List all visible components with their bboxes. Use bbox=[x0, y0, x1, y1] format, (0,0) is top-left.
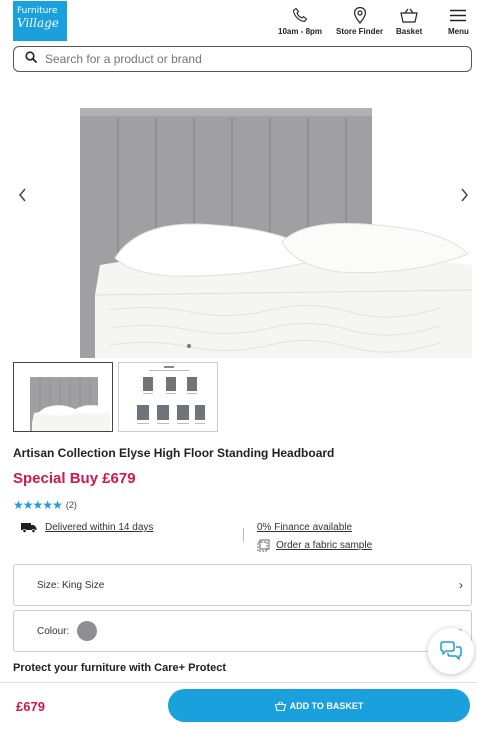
menu-label: Menu bbox=[448, 27, 469, 36]
special-buy-price: Special Buy £679 bbox=[13, 470, 136, 487]
fabric-sample-link[interactable]: Order a fabric sample bbox=[257, 539, 372, 552]
chat-button[interactable] bbox=[428, 628, 474, 674]
review-count: (2) bbox=[65, 500, 77, 510]
product-image-gallery bbox=[0, 90, 477, 358]
star-icon: ★ bbox=[32, 498, 44, 512]
fabric-sample-text: Order a fabric sample bbox=[276, 540, 373, 551]
headboard-product-image bbox=[80, 108, 473, 358]
chevron-right-icon: › bbox=[459, 578, 463, 592]
thumbnail-dimensions-image bbox=[137, 366, 205, 424]
location-pin-icon bbox=[350, 6, 370, 24]
opening-hours-label: 10am - 8pm bbox=[278, 27, 323, 36]
info-divider bbox=[243, 528, 244, 542]
fabric-swatch-icon bbox=[257, 539, 270, 552]
next-image-arrow-icon[interactable] bbox=[455, 186, 473, 204]
add-to-basket-button[interactable]: ADD TO BASKET bbox=[168, 689, 470, 722]
basket-link[interactable]: Basket bbox=[396, 6, 422, 36]
size-label: Size: King Size bbox=[37, 579, 105, 591]
store-finder-label: Store Finder bbox=[336, 27, 384, 36]
furniture-village-logo[interactable]: Furniture Village bbox=[13, 1, 67, 41]
sticky-purchase-bar: £679 ADD TO BASKET bbox=[0, 682, 477, 738]
thumbnail-headboard-image bbox=[30, 377, 110, 431]
star-icon: ★ bbox=[22, 498, 34, 512]
colour-label: Colour: bbox=[37, 625, 70, 637]
previous-image-arrow-icon[interactable] bbox=[13, 186, 31, 204]
menu-button[interactable]: Menu bbox=[448, 6, 469, 36]
basket-icon bbox=[274, 700, 286, 711]
star-icon: ★ bbox=[52, 498, 63, 512]
size-selector[interactable]: Size: King Size › bbox=[13, 564, 472, 606]
delivery-truck-icon bbox=[21, 522, 37, 533]
basket-label: Basket bbox=[396, 27, 423, 36]
phone-icon bbox=[290, 6, 310, 24]
care-protect-heading: Protect your furniture with Care+ Protec… bbox=[13, 662, 227, 674]
product-rating[interactable]: ★ ★ ★ ★ ★ (2) bbox=[13, 499, 77, 511]
store-finder-link[interactable]: Store Finder bbox=[336, 6, 383, 36]
star-icon: ★ bbox=[13, 498, 24, 512]
colour-selector[interactable]: Colour: › bbox=[13, 610, 472, 652]
delivery-text: Delivered within 14 days bbox=[45, 522, 154, 533]
finance-link[interactable]: 0% Finance available bbox=[257, 522, 352, 533]
add-to-basket-label: ADD TO BASKET bbox=[289, 700, 364, 711]
hamburger-menu-icon bbox=[448, 6, 468, 24]
product-title: Artisan Collection Elyse High Floor Stan… bbox=[13, 446, 335, 460]
chat-bubbles-icon bbox=[439, 641, 463, 661]
thumbnail-strip bbox=[13, 362, 218, 432]
opening-hours-link[interactable]: 10am - 8pm bbox=[278, 6, 322, 36]
search-input[interactable] bbox=[45, 52, 425, 66]
thumbnail-dimensions-sheet[interactable] bbox=[118, 362, 218, 432]
search-icon bbox=[25, 50, 37, 68]
finance-text: 0% Finance available bbox=[257, 522, 353, 533]
search-bar[interactable] bbox=[13, 46, 472, 72]
colour-swatch bbox=[77, 621, 98, 641]
logo-line2: Village bbox=[17, 16, 59, 30]
basket-icon bbox=[399, 6, 419, 24]
star-icon: ★ bbox=[42, 498, 53, 512]
delivery-info-link[interactable]: Delivered within 14 days bbox=[21, 522, 153, 533]
site-header: Furniture Village 10am - 8pm Store Finde… bbox=[0, 0, 477, 44]
thumbnail-headboard[interactable] bbox=[13, 362, 113, 432]
footer-price: £679 bbox=[16, 699, 45, 714]
logo-line1: Furniture bbox=[17, 6, 58, 16]
